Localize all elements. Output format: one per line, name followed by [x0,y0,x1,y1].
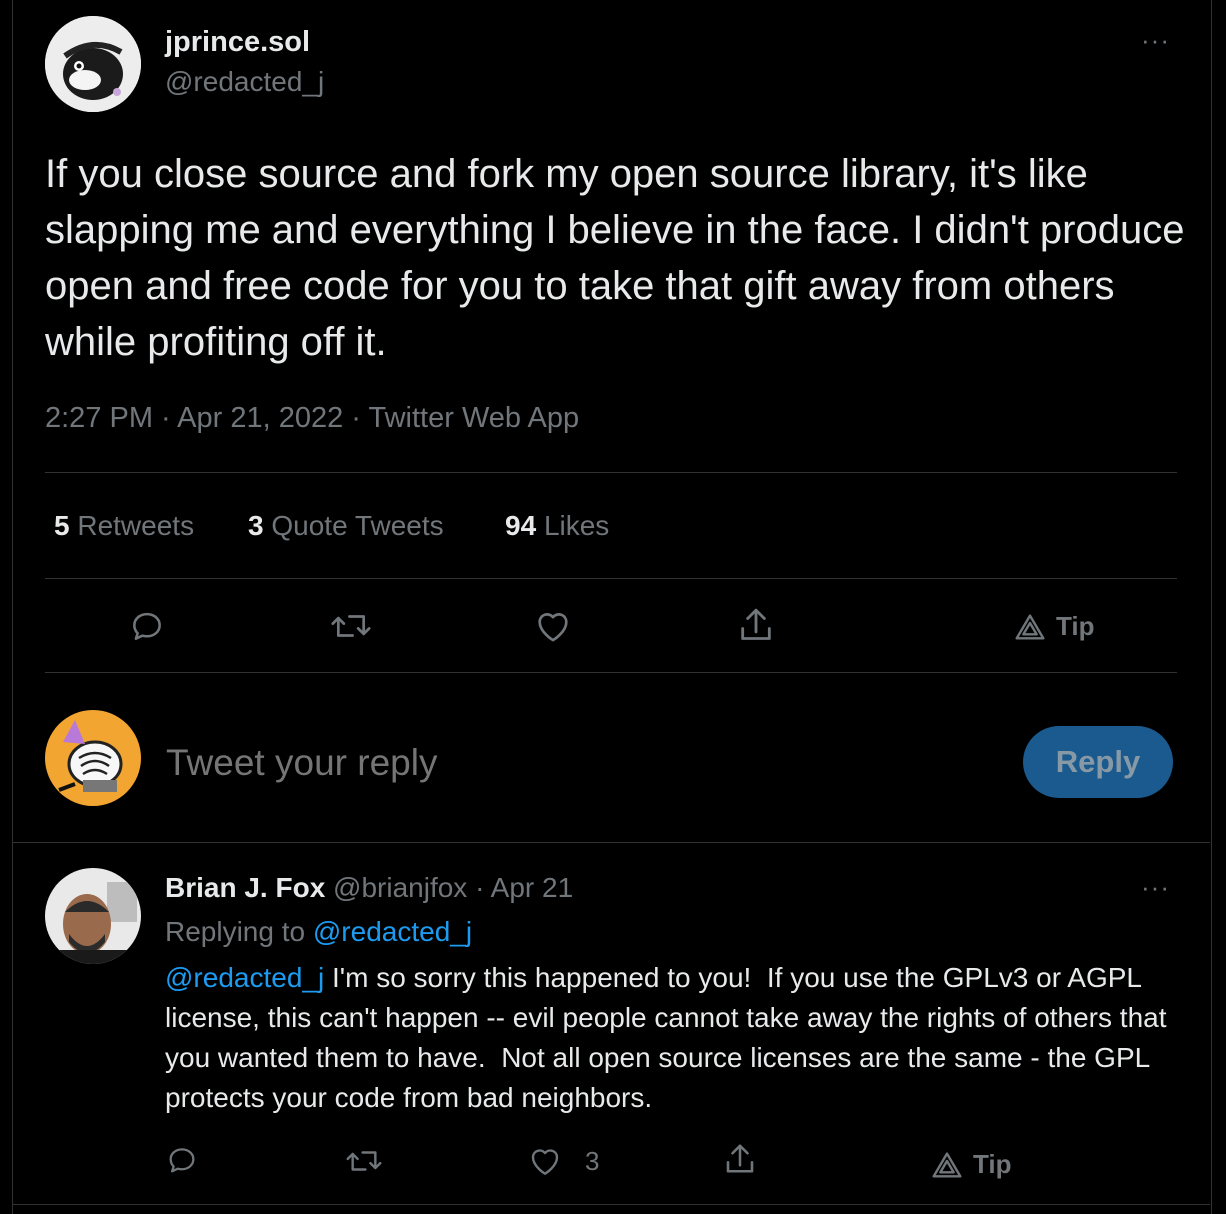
likes-stat[interactable]: 94 Likes [505,510,609,542]
share-icon[interactable] [736,605,776,647]
tip-icon [1014,613,1046,641]
author-avatar[interactable] [45,16,141,112]
replying-to: Replying to @redacted_j [165,916,472,948]
reply-button[interactable]: Reply [1023,726,1173,798]
retweets-label: Retweets [77,510,195,541]
likes-count: 94 [505,510,537,541]
divider [12,1204,1210,1205]
likes-label: Likes [543,510,610,541]
divider [45,672,1177,673]
reply-header: Brian J. Fox @brianjfox · Apr 21 [165,872,573,904]
reply-like-icon [527,1143,563,1179]
reply-date[interactable]: · Apr 21 [475,872,573,903]
reply-mention[interactable]: @redacted_j [165,962,324,993]
reply-tip-icon [931,1151,963,1179]
author-handle[interactable]: @redacted_j [165,66,324,98]
more-icon[interactable]: ··· [1141,27,1170,53]
reply-author-handle[interactable]: @brianjfox [333,872,467,903]
tip-button[interactable]: Tip [1014,611,1095,642]
reply-text: @redacted_j I'm so sorry this happened t… [165,958,1185,1118]
reply-like-button[interactable]: 3 [527,1143,599,1179]
replying-to-prefix: Replying to [165,916,306,947]
divider [45,472,1177,473]
user-avatar[interactable] [45,710,141,806]
replying-to-link[interactable]: @redacted_j [313,916,472,947]
tweet-meta: 2:27 PM · Apr 21, 2022 · Twitter Web App [45,402,580,434]
retweet-icon[interactable] [328,607,374,645]
tip-label: Tip [1056,611,1095,641]
reply-retweet-icon[interactable] [343,1144,385,1178]
reply-author-name[interactable]: Brian J. Fox [165,872,325,903]
reply-like-count: 3 [585,1145,600,1176]
reply-tip-label: Tip [973,1149,1012,1179]
quote-tweets-stat[interactable]: 3 Quote Tweets [248,510,444,542]
retweets-count: 5 [54,510,70,541]
like-icon[interactable] [533,606,573,646]
reply-icon[interactable] [128,607,166,645]
reply-share-icon[interactable] [722,1141,758,1179]
quotes-label: Quote Tweets [271,510,444,541]
reply-more-icon[interactable]: ··· [1141,874,1170,900]
author-name[interactable]: jprince.sol [165,26,310,59]
divider [12,842,1210,843]
tweet-text: If you close source and fork my open sou… [45,152,1185,364]
retweets-stat[interactable]: 5 Retweets [54,510,194,542]
reply-author-avatar[interactable] [45,868,141,964]
reply-reply-icon[interactable] [165,1143,199,1177]
divider [45,578,1177,579]
quotes-count: 3 [248,510,264,541]
reply-tip-button[interactable]: Tip [931,1149,1012,1180]
reply-input[interactable] [166,738,986,788]
